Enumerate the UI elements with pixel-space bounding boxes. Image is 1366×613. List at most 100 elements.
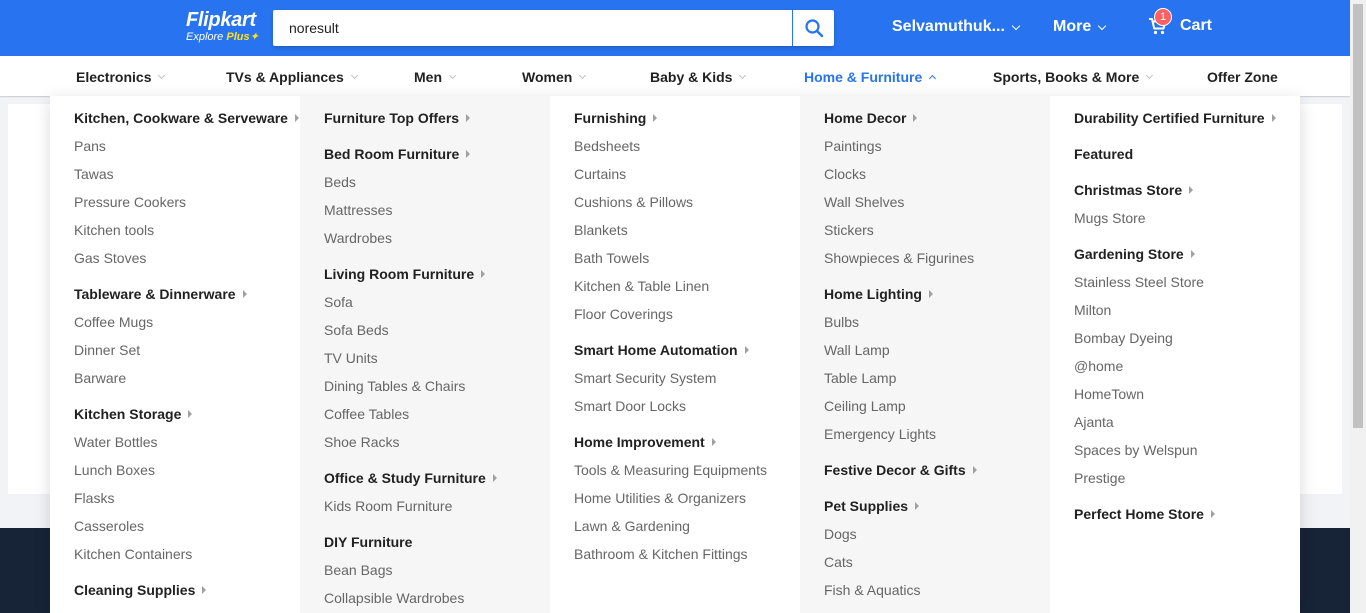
menu-heading[interactable]: Perfect Home Store	[1074, 506, 1215, 522]
menu-link[interactable]: Beds	[324, 174, 356, 190]
menu-link[interactable]: Water Bottles	[74, 434, 158, 450]
menu-heading[interactable]: Smart Home Automation	[574, 342, 749, 358]
menu-heading[interactable]: DIY Furniture	[324, 534, 412, 550]
category-baby-kids[interactable]: Baby & Kids	[650, 69, 747, 85]
menu-link[interactable]: Cats	[824, 554, 853, 570]
menu-link[interactable]: Bombay Dyeing	[1074, 330, 1173, 346]
category-offer-zone[interactable]: Offer Zone	[1207, 69, 1278, 85]
category-tvs-appliances[interactable]: TVs & Appliances	[226, 69, 358, 85]
menu-link[interactable]: Flasks	[74, 490, 114, 506]
menu-heading[interactable]: Home Improvement	[574, 434, 716, 450]
menu-link[interactable]: Coffee Mugs	[74, 314, 153, 330]
menu-link[interactable]: Prestige	[1074, 470, 1125, 486]
menu-link[interactable]: Collapsible Wardrobes	[324, 590, 464, 606]
menu-link[interactable]: Showpieces & Figurines	[824, 250, 974, 266]
menu-link[interactable]: Kitchen & Table Linen	[574, 278, 709, 294]
menu-link[interactable]: Dining Tables & Chairs	[324, 378, 465, 394]
menu-link[interactable]: Smart Door Locks	[574, 398, 686, 414]
menu-link[interactable]: Shoe Racks	[324, 434, 399, 450]
category-sports-books-more[interactable]: Sports, Books & More	[993, 69, 1154, 85]
menu-heading[interactable]: Durability Certified Furniture	[1074, 110, 1276, 126]
menu-link[interactable]: Kitchen Containers	[74, 546, 192, 562]
flipkart-logo[interactable]: Flipkart Explore Plus✦	[186, 10, 259, 44]
menu-link[interactable]: Casseroles	[74, 518, 144, 534]
menu-link[interactable]: Floor Coverings	[574, 306, 673, 322]
menu-heading[interactable]: Office & Study Furniture	[324, 470, 497, 486]
menu-heading[interactable]: Home Lighting	[824, 286, 933, 302]
menu-link[interactable]: Tawas	[74, 166, 114, 182]
search-input[interactable]	[273, 10, 791, 46]
menu-heading[interactable]: Kitchen Storage	[74, 406, 193, 422]
menu-link[interactable]: Clocks	[824, 166, 866, 182]
menu-link[interactable]: Stainless Steel Store	[1074, 274, 1204, 290]
caret-right-icon	[711, 438, 716, 446]
menu-heading[interactable]: Furnishing	[574, 110, 658, 126]
menu-link[interactable]: Paintings	[824, 138, 882, 154]
cart-button[interactable]: 1 Cart	[1148, 8, 1212, 36]
search-button[interactable]	[792, 10, 834, 46]
menu-heading[interactable]: Festive Decor & Gifts	[824, 462, 977, 478]
menu-link[interactable]: Pressure Cookers	[74, 194, 186, 210]
menu-link[interactable]: Dogs	[824, 526, 857, 542]
menu-link[interactable]: Wardrobes	[324, 230, 392, 246]
menu-link[interactable]: Kids Room Furniture	[324, 498, 452, 514]
menu-link[interactable]: Wall Lamp	[824, 342, 890, 358]
menu-link[interactable]: Mugs Store	[1074, 210, 1146, 226]
category-women[interactable]: Women	[522, 69, 587, 85]
menu-link[interactable]: Table Lamp	[824, 370, 896, 386]
menu-link[interactable]: Lawn & Gardening	[574, 518, 690, 534]
menu-link[interactable]: Home Utilities & Organizers	[574, 490, 746, 506]
menu-heading[interactable]: Tableware & Dinnerware	[74, 286, 247, 302]
menu-heading[interactable]: Pet Supplies	[824, 498, 920, 514]
menu-link[interactable]: Mattresses	[324, 202, 392, 218]
category-home-furniture[interactable]: Home & Furniture	[804, 69, 937, 85]
menu-link[interactable]: Smart Security System	[574, 370, 716, 386]
menu-link[interactable]: Tools & Measuring Equipments	[574, 462, 767, 478]
category-electronics[interactable]: Electronics	[76, 69, 166, 85]
menu-heading[interactable]: Home Decor	[824, 110, 918, 126]
menu-link[interactable]: Emergency Lights	[824, 426, 936, 442]
menu-link[interactable]: Bathroom & Kitchen Fittings	[574, 546, 748, 562]
category-men[interactable]: Men	[414, 69, 457, 85]
page-scrollbar[interactable]	[1350, 0, 1366, 613]
menu-link[interactable]: HomeTown	[1074, 386, 1144, 402]
menu-heading[interactable]: Christmas Store	[1074, 182, 1194, 198]
menu-link[interactable]: Ajanta	[1074, 414, 1114, 430]
logo-text: Flipkart	[186, 9, 256, 31]
account-menu[interactable]: Selvamuthuk...	[892, 18, 1021, 36]
scrollbar-thumb[interactable]	[1353, 4, 1363, 428]
menu-heading[interactable]: Cleaning Supplies	[74, 582, 207, 598]
menu-heading[interactable]: Gardening Store	[1074, 246, 1195, 262]
menu-link[interactable]: Blankets	[574, 222, 628, 238]
menu-link[interactable]: Wall Shelves	[824, 194, 904, 210]
menu-link[interactable]: Ceiling Lamp	[824, 398, 906, 414]
menu-link[interactable]: Bedsheets	[574, 138, 640, 154]
menu-heading[interactable]: Living Room Furniture	[324, 266, 486, 282]
menu-link[interactable]: Sofa Beds	[324, 322, 389, 338]
menu-link[interactable]: Curtains	[574, 166, 626, 182]
menu-link[interactable]: Barware	[74, 370, 126, 386]
menu-link[interactable]: Bean Bags	[324, 562, 393, 578]
menu-link[interactable]: Pans	[74, 138, 106, 154]
menu-link[interactable]: Spaces by Welspun	[1074, 442, 1197, 458]
menu-heading[interactable]: Featured	[1074, 146, 1133, 162]
menu-link[interactable]: @home	[1074, 358, 1123, 374]
menu-link[interactable]: Kitchen tools	[74, 222, 154, 238]
menu-heading[interactable]: Furniture Top Offers	[324, 110, 471, 126]
menu-link[interactable]: Milton	[1074, 302, 1111, 318]
menu-link[interactable]: Lunch Boxes	[74, 462, 155, 478]
menu-link[interactable]: TV Units	[324, 350, 378, 366]
menu-link[interactable]: Cushions & Pillows	[574, 194, 693, 210]
menu-link[interactable]: Bath Towels	[574, 250, 649, 266]
menu-heading[interactable]: Bed Room Furniture	[324, 146, 471, 162]
menu-heading[interactable]: Kitchen, Cookware & Serveware	[74, 110, 299, 126]
menu-link[interactable]: Fish & Aquatics	[824, 582, 921, 598]
menu-link[interactable]: Stickers	[824, 222, 874, 238]
menu-link[interactable]: Dinner Set	[74, 342, 140, 358]
menu-link[interactable]: Sofa	[324, 294, 353, 310]
menu-link[interactable]: Coffee Tables	[324, 406, 409, 422]
menu-item-label: Bedsheets	[574, 138, 641, 154]
menu-link[interactable]: Bulbs	[824, 314, 859, 330]
menu-link[interactable]: Gas Stoves	[74, 250, 146, 266]
more-menu[interactable]: More	[1053, 18, 1107, 36]
